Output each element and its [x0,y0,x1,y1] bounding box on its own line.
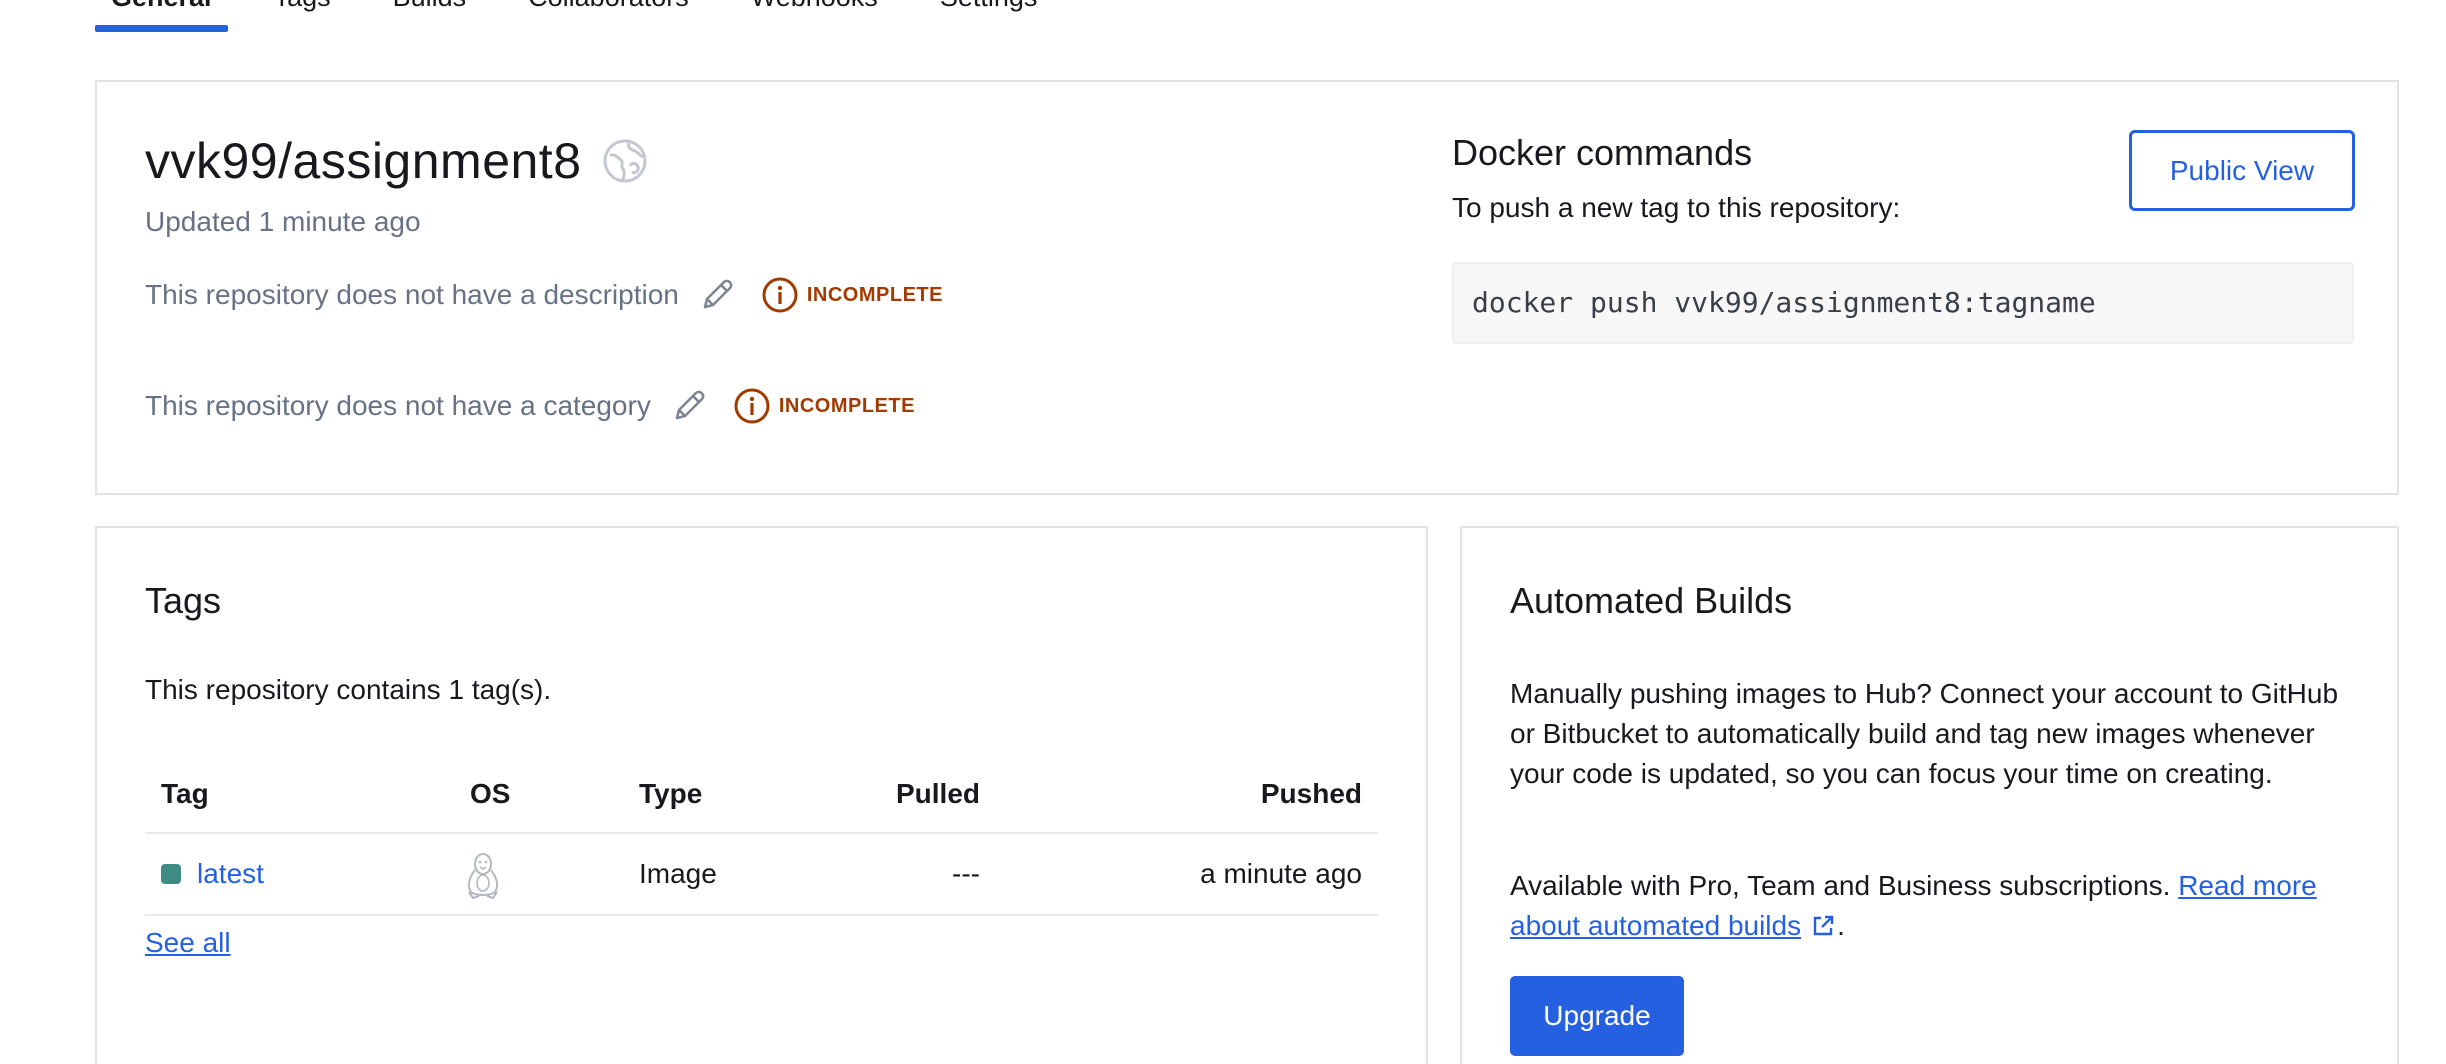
info-icon [762,277,798,313]
tag-type: Image [639,858,717,889]
tags-card: Tags This repository contains 1 tag(s). … [95,526,1428,1064]
description-text: This repository does not have a descript… [145,279,679,310]
category-row: This repository does not have a category… [145,386,915,426]
tags-title: Tags [145,580,222,621]
trailing-period: . [1837,910,1845,941]
incomplete-label: INCOMPLETE [778,394,915,417]
incomplete-badge: INCOMPLETE [761,276,943,314]
tag-pushed: a minute ago [1200,858,1362,889]
upgrade-button[interactable]: Upgrade [1510,976,1684,1056]
tab-webhooks[interactable]: Webhooks [735,0,894,32]
edit-description-pencil-icon[interactable] [697,275,737,315]
category-text: This repository does not have a category [145,390,651,421]
tab-builds[interactable]: Builds [377,0,483,32]
tab-general[interactable]: General [95,0,228,32]
tab-tags[interactable]: Tags [258,0,347,32]
description-row: This repository does not have a descript… [145,275,943,315]
tag-cell: latest [161,858,264,890]
column-header-tag: Tag [161,778,209,809]
repository-title: vvk99/assignment8 [145,132,648,190]
automated-builds-title: Automated Builds [1510,580,1793,621]
tab-settings[interactable]: Settings [924,0,1054,32]
table-row: latest Image --- a minute ago [145,834,1378,916]
automated-builds-availability: Available with Pro, Team and Business su… [1510,866,2370,946]
tags-count-text: This repository contains 1 tag(s). [145,674,552,705]
public-globe-icon [603,139,647,183]
automated-builds-description: Manually pushing images to Hub? Connect … [1510,678,2339,789]
tag-status-icon [161,864,181,884]
external-link-icon [1813,915,1834,936]
public-view-button[interactable]: Public View [2129,130,2355,211]
tag-pulled: --- [952,858,980,889]
tags-table: Tag OS Type Pulled Pushed latest Image -… [145,740,1378,916]
repo-tabs: General Tags Builds Collaborators Webhoo… [95,0,1053,32]
updated-timestamp: Updated 1 minute ago [145,206,421,237]
edit-category-pencil-icon[interactable] [669,386,709,426]
docker-push-command[interactable]: docker push vvk99/assignment8:tagname [1452,262,2354,344]
tag-link-latest[interactable]: latest [197,858,264,889]
column-header-os: OS [470,778,511,809]
incomplete-label: INCOMPLETE [806,283,943,306]
repository-overview-card: vvk99/assignment8 Updated 1 minute ago T… [95,80,2399,495]
incomplete-badge: INCOMPLETE [733,387,915,425]
repository-name: vvk99/assignment8 [145,133,582,189]
column-header-pulled: Pulled [895,778,980,809]
linux-icon [467,853,499,900]
docker-commands-subtitle: To push a new tag to this repository: [1452,192,1901,223]
tab-collaborators[interactable]: Collaborators [512,0,705,32]
info-icon [734,388,770,424]
automated-builds-card: Automated Builds Manually pushing images… [1460,526,2399,1064]
docker-commands-title: Docker commands [1452,132,1753,173]
tags-table-header: Tag OS Type Pulled Pushed [145,740,1378,834]
column-header-type: Type [639,778,703,809]
column-header-pushed: Pushed [1260,778,1362,809]
availability-text: Available with Pro, Team and Business su… [1510,870,2171,901]
see-all-link[interactable]: See all [145,927,231,959]
